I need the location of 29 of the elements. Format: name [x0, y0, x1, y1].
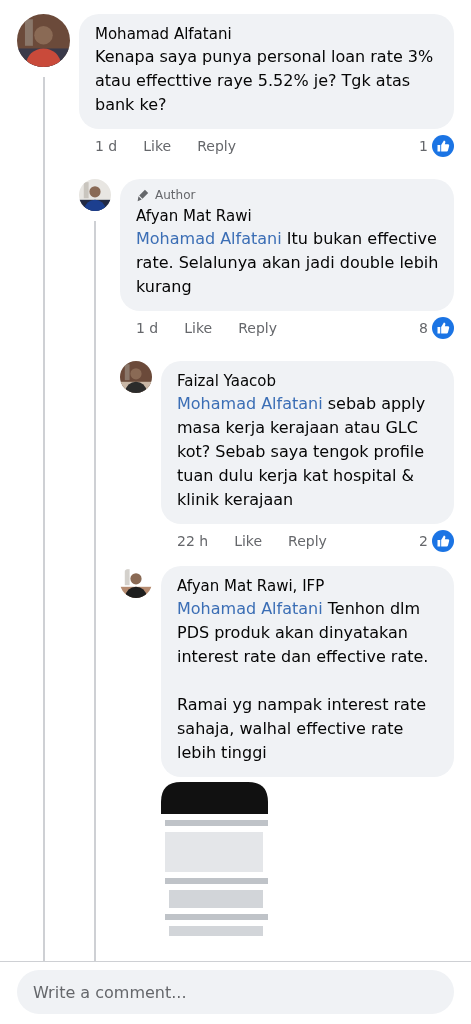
- comment-text: Mohamad Alfatani sebab apply masa kerja kerajaan atau GLC kot? Sebab saya tengok profile tuan dulu kerja kat hospital & klinik kerajaan: [177, 393, 427, 511]
- mention-link[interactable]: Mohamad Alfatani: [177, 599, 323, 618]
- thumbs-up-icon[interactable]: [432, 530, 454, 552]
- comment-time: 1 d: [136, 320, 159, 336]
- author-name[interactable]: Afyan Mat Rawi: [136, 205, 440, 227]
- mention-link[interactable]: Mohamad Alfatani: [136, 229, 282, 248]
- reply-link[interactable]: Reply: [197, 138, 236, 154]
- reply-link[interactable]: Reply: [288, 533, 327, 549]
- pen-icon: [136, 188, 149, 202]
- thumbs-up-icon[interactable]: [432, 135, 454, 157]
- comment-text: Mohamad Alfatani Itu bukan effective rate. Selalunya akan jadi double lebih kurang: [136, 228, 440, 298]
- author-name[interactable]: Mohamad Alfatani: [95, 23, 440, 45]
- author-label: Author: [155, 188, 196, 202]
- mention-link[interactable]: Mohamad Alfatani: [177, 394, 323, 413]
- reaction-count: 8: [419, 320, 428, 336]
- comment-time: 1 d: [95, 138, 118, 154]
- like-link[interactable]: Like: [143, 138, 172, 154]
- reaction-count: 2: [419, 533, 428, 549]
- reply-link[interactable]: Reply: [238, 320, 277, 336]
- like-link[interactable]: Like: [234, 533, 263, 549]
- author-name[interactable]: Afyan Mat Rawi, IFP: [177, 575, 440, 597]
- author-name[interactable]: Faizal Yaacob: [177, 370, 440, 392]
- comment-field[interactable]: Write a comment...: [17, 970, 454, 1014]
- reaction-count: 1: [419, 138, 428, 154]
- comment-text: Kenapa saya punya personal loan rate 3% atau effecttive raye 5.52% je? Tgk atas bank ke?: [95, 46, 435, 116]
- comment-text: Mohamad Alfatani Tenhon dlm PDS produk akan dinyatakan interest rate dan effective rate. Ramai yg nampak interest rate sahaja, walhal effective rate lebih tinggi: [177, 598, 430, 764]
- like-link[interactable]: Like: [184, 320, 213, 336]
- comment-time: 22 h: [177, 533, 209, 549]
- thumbs-up-icon[interactable]: [432, 317, 454, 339]
